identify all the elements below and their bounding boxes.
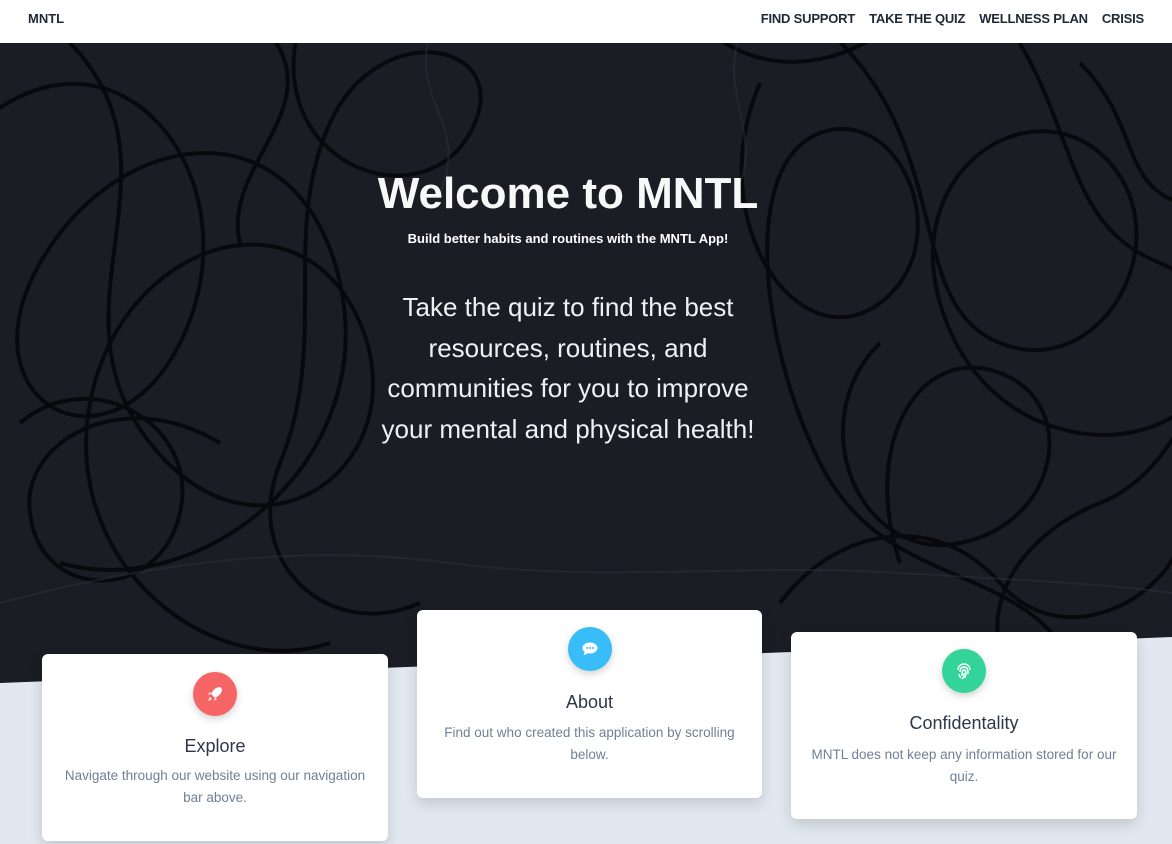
top-navbar: MNTL FIND SUPPORT TAKE THE QUIZ WELLNESS… <box>0 0 1172 43</box>
nav-link-take-the-quiz[interactable]: TAKE THE QUIZ <box>869 11 965 26</box>
card-title: Confidentality <box>909 713 1019 733</box>
card-title: Explore <box>184 736 246 756</box>
feature-card-about: About Find out who created this applicat… <box>417 610 762 798</box>
brand-logo-link[interactable]: MNTL <box>28 11 64 26</box>
card-text: Navigate through our website using our n… <box>64 768 366 805</box>
fingerprint-icon <box>942 649 986 693</box>
feature-card-confidentiality: Confidentality MNTL does not keep any in… <box>791 632 1137 819</box>
chat-bubble-icon <box>567 627 612 671</box>
card-title: About <box>565 692 614 712</box>
hero-subtitle: Build better habits and routines with th… <box>407 231 729 246</box>
hero-section: Welcome to MNTL Build better habits and … <box>0 43 1172 683</box>
nav-links: FIND SUPPORT TAKE THE QUIZ WELLNESS PLAN… <box>761 11 1144 26</box>
nav-link-crisis[interactable]: CRISIS <box>1102 11 1144 26</box>
card-text: MNTL does not keep any information store… <box>811 747 1117 784</box>
feature-card-explore: Explore Navigate through our website usi… <box>42 654 388 841</box>
rocket-icon <box>193 672 237 716</box>
hero-title: Welcome to MNTL <box>377 169 759 218</box>
nav-link-find-support[interactable]: FIND SUPPORT <box>761 11 856 26</box>
nav-link-wellness-plan[interactable]: WELLNESS PLAN <box>979 11 1088 26</box>
hero-body-text: Take the quiz to find the best resources… <box>381 292 755 444</box>
card-text: Find out who created this application by… <box>444 725 735 762</box>
